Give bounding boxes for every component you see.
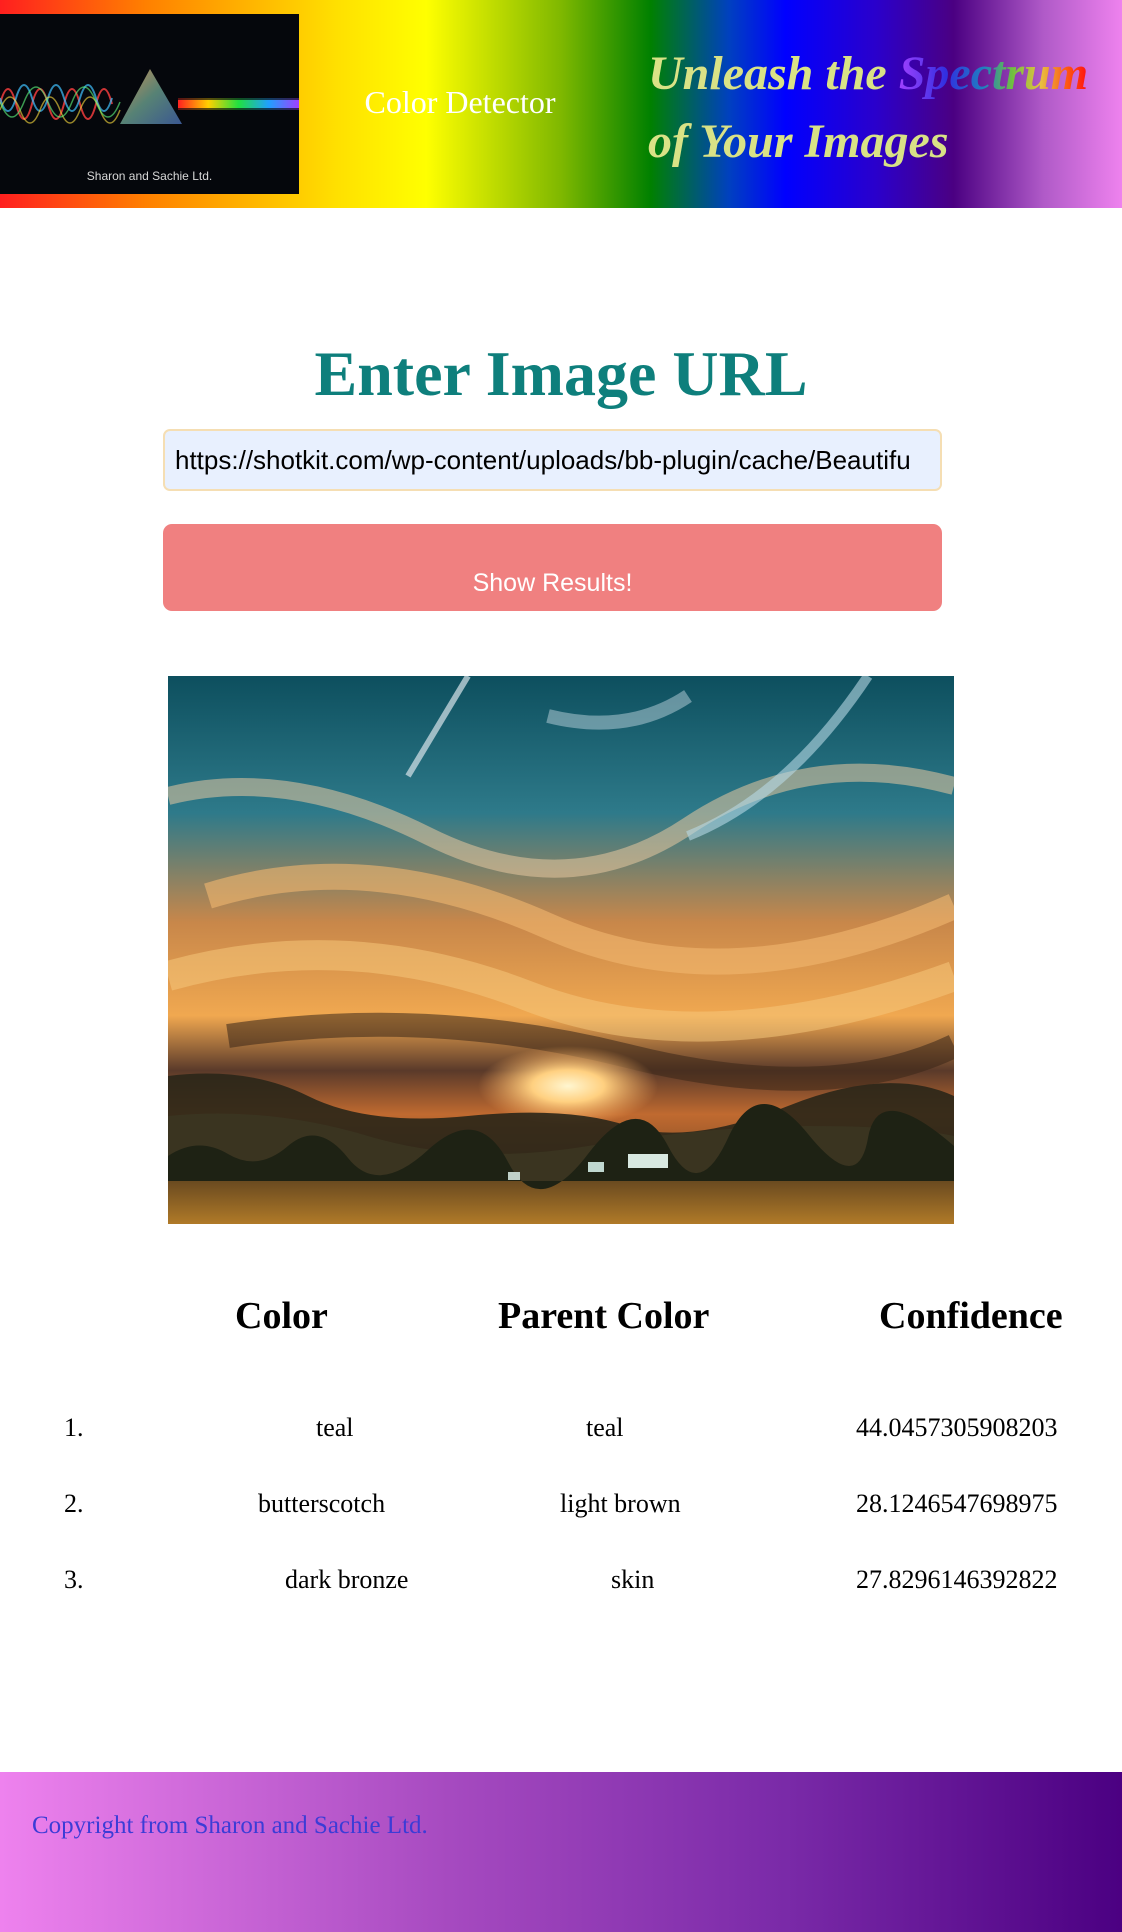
column-header-confidence: Confidence	[879, 1295, 1063, 1337]
result-row-1-parent-color: teal	[586, 1413, 624, 1442]
logo-caption: Sharon and Sachie Ltd.	[86, 169, 213, 183]
form-heading: Enter Image URL	[314, 338, 808, 409]
tagline-part1: Unleash the	[648, 47, 899, 100]
app-title: Color Detector	[364, 84, 556, 120]
column-header-color: Color	[235, 1295, 328, 1337]
result-row-3-color: dark bronze	[285, 1565, 409, 1594]
tagline: Unleash the Spectrum of Your Images	[648, 40, 1118, 176]
show-results-button[interactable]: Show Results!	[163, 524, 942, 611]
page-header: Sharon and Sachie Ltd. Color Detector Un…	[0, 0, 1122, 208]
result-row-1-confidence: 44.0457305908203	[856, 1413, 1058, 1442]
result-row-1-color: teal	[316, 1413, 354, 1442]
result-row-2-confidence: 28.1246547698975	[856, 1489, 1058, 1518]
image-url-input[interactable]	[163, 429, 942, 491]
tagline-part2: of Your Images	[648, 115, 949, 168]
column-header-parent-color: Parent Color	[498, 1295, 710, 1337]
result-row-2-index: 2.	[64, 1489, 84, 1518]
company-logo[interactable]: Sharon and Sachie Ltd.	[0, 14, 299, 194]
sunset-landscape-image	[168, 676, 954, 1224]
result-row-3-parent-color: skin	[611, 1565, 655, 1594]
analyzed-image	[168, 676, 954, 1224]
result-row-1-index: 1.	[64, 1413, 84, 1442]
result-row-3-index: 3.	[64, 1565, 84, 1594]
page-footer: Copyright from Sharon and Sachie Ltd.	[0, 1772, 1122, 1932]
result-row-3-confidence: 27.8296146392822	[856, 1565, 1058, 1594]
copyright-text: Copyright from Sharon and Sachie Ltd.	[32, 1812, 428, 1839]
tagline-highlight: Spectrum	[898, 47, 1089, 100]
result-row-2-color: butterscotch	[258, 1489, 386, 1518]
result-row-2-parent-color: light brown	[560, 1489, 681, 1518]
spectrum-prism-logo-image	[0, 14, 299, 194]
